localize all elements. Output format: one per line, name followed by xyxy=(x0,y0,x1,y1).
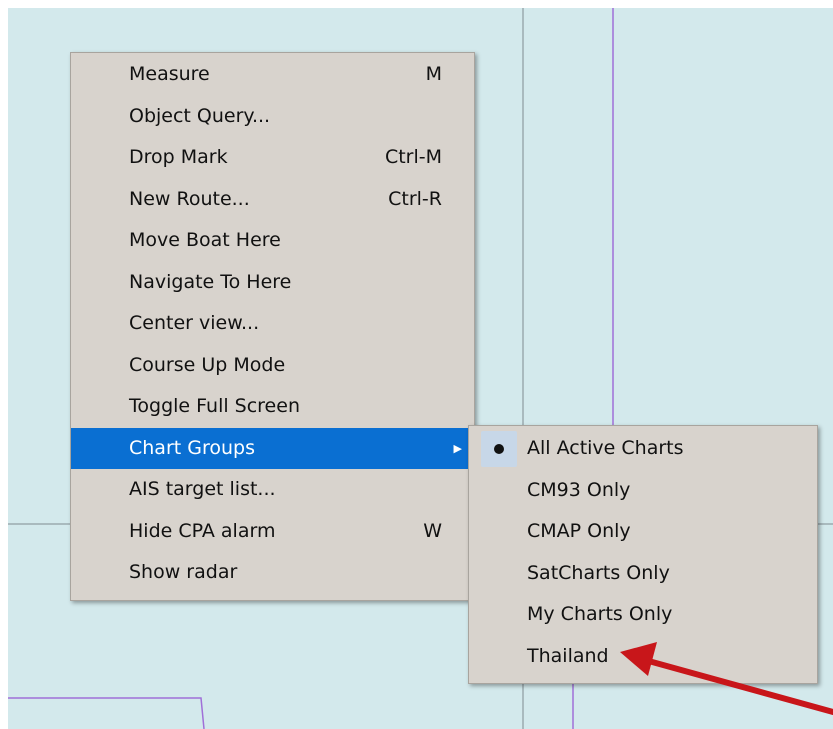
menu-item-shortcut: W xyxy=(423,519,442,542)
chart-groups-submenu: All Active Charts CM93 Only CMAP Only Sa… xyxy=(468,425,818,684)
menu-item-label: Navigate To Here xyxy=(129,270,292,293)
menu-item-shortcut: M xyxy=(425,63,442,85)
radio-dot-icon xyxy=(481,431,517,467)
menu-item-center-view[interactable]: Center view... xyxy=(71,303,474,345)
submenu-item-thailand[interactable]: Thailand xyxy=(469,636,817,678)
menu-item-move-boat-here[interactable]: Move Boat Here xyxy=(71,220,474,262)
submenu-item-satcharts-only[interactable]: SatCharts Only xyxy=(469,553,817,595)
menu-item-show-radar[interactable]: Show radar xyxy=(71,552,474,594)
submenu-item-label: Thailand xyxy=(527,644,609,667)
menu-item-label: Course Up Mode xyxy=(129,353,286,376)
menu-item-chart-groups[interactable]: Chart Groups ▶ xyxy=(71,427,474,469)
menu-item-label: New Route... xyxy=(129,187,250,210)
menu-item-label: Center view... xyxy=(129,312,260,334)
menu-item-label: Chart Groups xyxy=(129,436,255,459)
menu-item-measure[interactable]: Measure M xyxy=(71,54,474,96)
menu-item-shortcut: Ctrl-R xyxy=(388,187,442,210)
context-menu: Measure M Object Query... Drop Mark Ctrl… xyxy=(70,52,475,601)
menu-item-object-query[interactable]: Object Query... xyxy=(71,96,474,138)
chevron-right-icon: ▶ xyxy=(453,441,462,455)
menu-item-toggle-full-screen[interactable]: Toggle Full Screen xyxy=(71,386,474,428)
menu-item-label: Drop Mark xyxy=(129,146,228,168)
menu-item-drop-mark[interactable]: Drop Mark Ctrl-M xyxy=(71,137,474,179)
menu-item-label: Hide CPA alarm xyxy=(129,519,276,542)
menu-item-shortcut: Ctrl-M xyxy=(384,146,442,168)
menu-item-label: Toggle Full Screen xyxy=(129,395,300,417)
menu-item-course-up-mode[interactable]: Course Up Mode xyxy=(71,345,474,387)
submenu-item-label: My Charts Only xyxy=(527,603,673,625)
submenu-item-cm93-only[interactable]: CM93 Only xyxy=(469,470,817,512)
menu-item-ais-target-list[interactable]: AIS target list... xyxy=(71,469,474,511)
submenu-item-label: All Active Charts xyxy=(527,437,684,459)
menu-item-hide-cpa-alarm[interactable]: Hide CPA alarm W xyxy=(71,511,474,553)
chart-boundary-line xyxy=(8,697,205,729)
menu-item-label: AIS target list... xyxy=(129,478,276,500)
menu-item-label: Measure xyxy=(129,63,210,85)
menu-item-label: Show radar xyxy=(129,561,238,583)
menu-item-new-route[interactable]: New Route... Ctrl-R xyxy=(71,179,474,221)
submenu-item-my-charts-only[interactable]: My Charts Only xyxy=(469,594,817,636)
submenu-item-all-active-charts[interactable]: All Active Charts xyxy=(469,428,817,470)
menu-item-navigate-to-here[interactable]: Navigate To Here xyxy=(71,262,474,304)
submenu-item-cmap-only[interactable]: CMAP Only xyxy=(469,511,817,553)
submenu-item-label: SatCharts Only xyxy=(527,561,670,584)
menu-item-label: Object Query... xyxy=(129,104,271,127)
submenu-item-label: CMAP Only xyxy=(527,520,631,542)
submenu-item-label: CM93 Only xyxy=(527,478,631,501)
menu-item-label: Move Boat Here xyxy=(129,229,281,251)
